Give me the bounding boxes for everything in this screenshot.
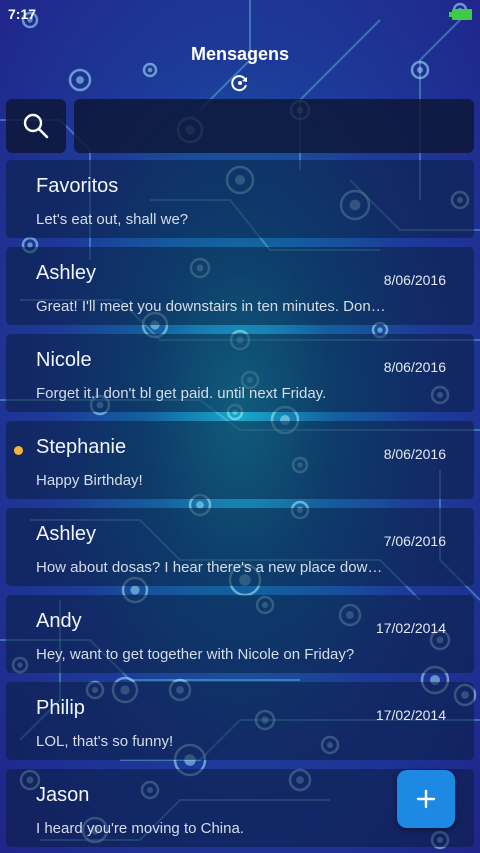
contact-name: Philip (36, 697, 85, 719)
conversation-item[interactable]: Favoritos Let's eat out, shall we? (6, 160, 474, 238)
message-preview: LOL, that's so funny! (36, 733, 174, 750)
contact-name: Stephanie (36, 436, 127, 458)
plus-icon (416, 789, 436, 809)
message-date: 8/06/2016 (383, 272, 446, 288)
new-message-button[interactable] (397, 770, 455, 828)
page-title: Mensagens (190, 44, 290, 64)
conversation-item[interactable]: Philip 17/02/2014 LOL, that's so funny! (6, 682, 474, 760)
message-preview: Happy Birthday! (36, 472, 143, 489)
message-date: 17/02/2014 (375, 707, 446, 723)
message-preview: Hey, want to get together with Nicole on… (36, 646, 355, 663)
status-time: 7:17 (8, 6, 37, 22)
message-date: 8/06/2016 (383, 359, 446, 375)
search-icon (23, 113, 49, 139)
message-preview: Great! I'll meet you downstairs in ten m… (36, 298, 388, 315)
contact-name: Favoritos (36, 175, 119, 197)
conversation-item[interactable]: Andy 17/02/2014 Hey, want to get together … (6, 595, 474, 673)
message-preview: Let's eat out, shall we? (36, 211, 189, 228)
header: Mensagens (0, 44, 480, 93)
contact-name: Nicole (36, 349, 92, 371)
message-preview: I heard you're moving to China. (36, 820, 244, 837)
unread-indicator (14, 446, 23, 455)
contact-name: Andy (36, 610, 82, 632)
message-preview: Forget it.I don't bl get paid. until nex… (36, 385, 327, 402)
conversation-item[interactable]: Ashley 8/06/2016 Great! I'll meet you down… (6, 247, 474, 325)
refresh-icon[interactable] (230, 73, 250, 93)
conversation-item[interactable]: Stephanie 8/06/2016 Happy Birthday! (6, 421, 474, 499)
conversation-list: Favoritos Let's eat out, shall we? Ashley 8… (6, 160, 474, 853)
message-preview: How about dosas? I hear there's a new pl… (36, 559, 388, 576)
contact-name: Ashley (36, 262, 97, 284)
search-button[interactable] (6, 99, 66, 153)
message-date: 8/06/2016 (383, 446, 446, 462)
message-date: 17/02/2014 (375, 620, 446, 636)
conversation-item[interactable]: Ashley 7/06/2016 How about dosas? I hear t… (6, 508, 474, 586)
contact-name: Jason (36, 784, 90, 806)
battery-icon (449, 8, 472, 20)
contact-name: Ashley (36, 523, 97, 545)
conversation-item[interactable]: Nicole 8/06/2016 Forget it.I don't bl get … (6, 334, 474, 412)
status-bar: 7:17 (0, 0, 480, 28)
search-input[interactable] (74, 99, 474, 153)
message-date: 7/06/2016 (383, 533, 446, 549)
